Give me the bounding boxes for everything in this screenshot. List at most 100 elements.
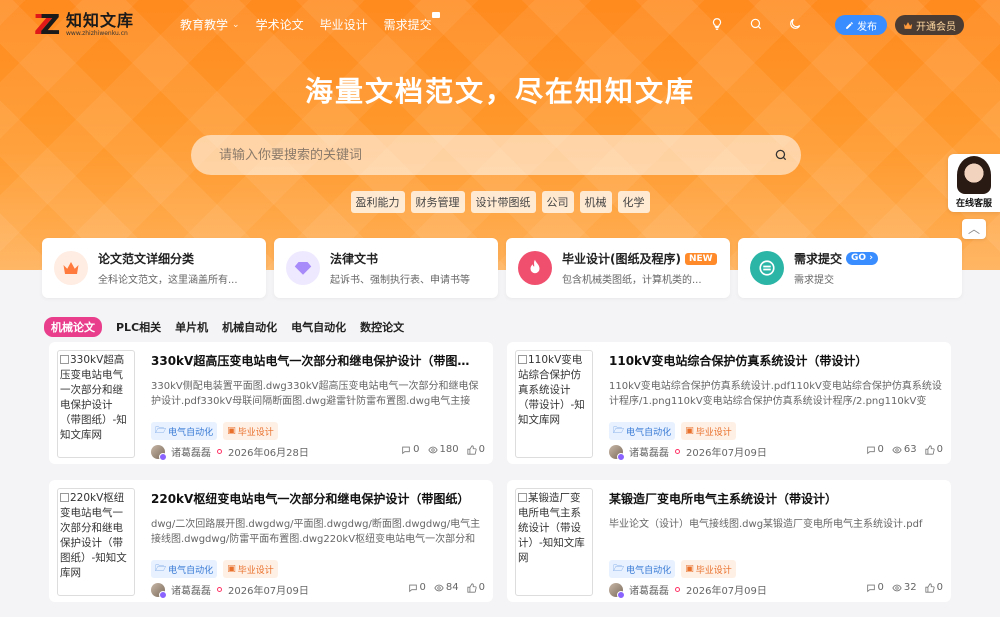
document-thumbnail: 110kV变电站综合保护仿真系统设计（带设计）-知知文库网	[515, 350, 593, 458]
comment-icon	[402, 446, 410, 454]
author-name[interactable]: 诸葛磊磊	[629, 444, 669, 459]
moon-icon[interactable]	[788, 17, 802, 31]
like-count[interactable]: 0	[925, 582, 943, 593]
document-desc: 毕业论文（设计）电气接线图.dwg某锻造厂变电所电气主系统设计.pdf	[609, 519, 923, 530]
category-desc: 全科论文范文，这里涵盖所有...	[98, 275, 238, 286]
tab-mechanical-papers[interactable]: 机械论文	[44, 317, 102, 337]
document-title[interactable]: 220kV枢纽变电站电气一次部分和继电保护设计（带图纸）	[151, 490, 481, 507]
go-badge: GO ›	[846, 252, 878, 265]
crown-icon	[903, 21, 913, 29]
type-chip[interactable]: ▣ 毕业设计	[681, 560, 736, 578]
avatar[interactable]	[609, 582, 625, 599]
main-nav: 教育教学 ⌄ 学术论文 毕业设计 需求提交	[180, 12, 440, 33]
document-card[interactable]: 某锻造厂变电所电气主系统设计（带设计）-知知文库网 某锻造厂变电所电气主系统设计…	[507, 480, 951, 602]
document-thumbnail: 330kV超高压变电站电气一次部分和继电保护设计（带图纸）-知知文库网	[57, 350, 135, 458]
vip-button[interactable]: 开通会员	[895, 15, 964, 35]
broken-image-icon	[518, 355, 527, 364]
type-chip[interactable]: ▣ 毕业设计	[223, 560, 278, 578]
document-title[interactable]: 某锻造厂变电所电气主系统设计（带设计）	[609, 490, 939, 507]
category-chip[interactable]: 🗁 电气自动化	[151, 422, 218, 440]
category-card-request[interactable]: 需求提交 GO › 需求提交	[738, 238, 962, 298]
comment-icon	[866, 584, 875, 592]
crown-icon	[54, 251, 88, 285]
eye-icon	[427, 446, 438, 453]
like-count[interactable]: 0	[467, 444, 485, 455]
author-name[interactable]: 诸葛磊磊	[171, 444, 211, 459]
document-desc: 330kV侧配电装置平面图.dwg330kV超高压变电站电气一次部分和继电保护设…	[151, 381, 479, 407]
search-bar	[191, 135, 801, 175]
tab-mcu[interactable]: 单片机	[175, 319, 208, 335]
box-icon: ▣	[685, 564, 694, 574]
author-name[interactable]: 诸葛磊磊	[629, 582, 669, 597]
nav-item-papers[interactable]: 学术论文	[256, 16, 304, 33]
tag-profitability[interactable]: 盈利能力	[350, 191, 405, 213]
document-list: 330kV超高压变电站电气一次部分和继电保护设计（带图纸）-知知文库网 330k…	[49, 342, 952, 602]
document-card[interactable]: 110kV变电站综合保护仿真系统设计（带设计）-知知文库网 110kV变电站综合…	[507, 342, 951, 464]
folder-icon: 🗁	[613, 426, 625, 436]
tab-cnc[interactable]: 数控论文	[360, 319, 404, 335]
category-title: 需求提交	[794, 252, 843, 266]
category-title: 法律文书	[330, 252, 379, 266]
tab-elec-automation[interactable]: 电气自动化	[291, 319, 346, 335]
eye-icon	[892, 584, 902, 591]
category-cards: 论文范文详细分类 全科论文范文，这里涵盖所有... 法律文书 起诉书、强制执行表…	[42, 238, 962, 298]
document-title[interactable]: 110kV变电站综合保护仿真系统设计（带设计）	[609, 352, 939, 369]
chevron-down-icon: ⌄	[232, 19, 240, 30]
document-card[interactable]: 330kV超高压变电站电气一次部分和继电保护设计（带图纸）-知知文库网 330k…	[49, 342, 493, 464]
document-thumbnail: 220kV枢纽变电站电气一次部分和继电保护设计（带图纸）-知知文库网	[57, 488, 135, 596]
category-card-graduation[interactable]: 毕业设计(图纸及程序) NEW 包含机械类图纸，计算机类的...	[506, 238, 730, 298]
site-logo[interactable]: ZZ 知知文库 www.zhizhiwenku.cn	[34, 10, 134, 40]
author-name[interactable]: 诸葛磊磊	[171, 582, 211, 597]
category-card-papers[interactable]: 论文范文详细分类 全科论文范文，这里涵盖所有...	[42, 238, 266, 298]
box-icon: ▣	[227, 564, 236, 574]
top-header: ZZ 知知文库 www.zhizhiwenku.cn 教育教学 ⌄ 学术论文 毕…	[0, 0, 1000, 50]
thumb-up-icon	[467, 582, 477, 593]
document-card[interactable]: 220kV枢纽变电站电气一次部分和继电保护设计（带图纸）-知知文库网 220kV…	[49, 480, 493, 602]
hot-badge-icon	[431, 12, 440, 18]
dot-icon	[675, 449, 680, 454]
nav-item-graduation[interactable]: 毕业设计	[320, 16, 368, 33]
tab-plc[interactable]: PLC相关	[116, 319, 161, 335]
publish-date: 2026年07月09日	[686, 448, 767, 459]
nav-item-request[interactable]: 需求提交	[384, 12, 440, 33]
tag-company[interactable]: 公司	[541, 191, 574, 213]
like-count[interactable]: 0	[925, 444, 943, 455]
lightbulb-icon[interactable]	[710, 17, 724, 31]
view-count: 84	[434, 582, 459, 593]
document-title[interactable]: 330kV超高压变电站电气一次部分和继电保护设计（带图纸）	[151, 352, 481, 369]
publish-button[interactable]: 发布	[835, 15, 887, 35]
type-chip[interactable]: ▣ 毕业设计	[681, 422, 736, 440]
category-chip[interactable]: 🗁 电气自动化	[151, 560, 218, 578]
logo-subtitle: www.zhizhiwenku.cn	[66, 30, 128, 37]
logo-mark-icon: ZZ	[34, 8, 61, 41]
category-title: 毕业设计(图纸及程序)	[562, 252, 681, 266]
comment-count: 0	[866, 582, 884, 593]
hot-tags: 盈利能力 财务管理 设计带图纸 公司 机械 化学	[0, 191, 1000, 213]
type-chip[interactable]: ▣ 毕业设计	[223, 422, 278, 440]
broken-image-icon	[60, 355, 69, 364]
back-to-top-button[interactable]: ︿	[962, 219, 986, 239]
avatar[interactable]	[151, 444, 167, 461]
avatar[interactable]	[609, 444, 625, 461]
tag-design-drawings[interactable]: 设计带图纸	[470, 191, 536, 213]
online-service-widget[interactable]: 在线客服	[948, 154, 1000, 212]
tag-mechanical[interactable]: 机械	[579, 191, 612, 213]
category-chip[interactable]: 🗁 电气自动化	[609, 422, 676, 440]
category-desc: 起诉书、强制执行表、申请书等	[330, 275, 470, 286]
tag-chemistry[interactable]: 化学	[617, 191, 650, 213]
diamond-icon	[286, 251, 320, 285]
document-thumbnail: 某锻造厂变电所电气主系统设计（带设计）-知知文库网	[515, 488, 593, 596]
nav-item-education[interactable]: 教育教学 ⌄	[180, 16, 240, 33]
search-icon[interactable]	[749, 17, 763, 31]
box-icon: ▣	[227, 426, 236, 436]
search-button[interactable]	[761, 135, 801, 175]
tag-finance[interactable]: 财务管理	[410, 191, 465, 213]
category-card-legal[interactable]: 法律文书 起诉书、强制执行表、申请书等	[274, 238, 498, 298]
like-count[interactable]: 0	[467, 582, 485, 593]
avatar[interactable]	[151, 582, 167, 599]
search-input[interactable]	[191, 135, 761, 175]
category-chip[interactable]: 🗁 电气自动化	[609, 560, 676, 578]
broken-image-icon	[518, 493, 527, 502]
tab-mech-automation[interactable]: 机械自动化	[222, 319, 277, 335]
fire-icon	[518, 251, 552, 285]
